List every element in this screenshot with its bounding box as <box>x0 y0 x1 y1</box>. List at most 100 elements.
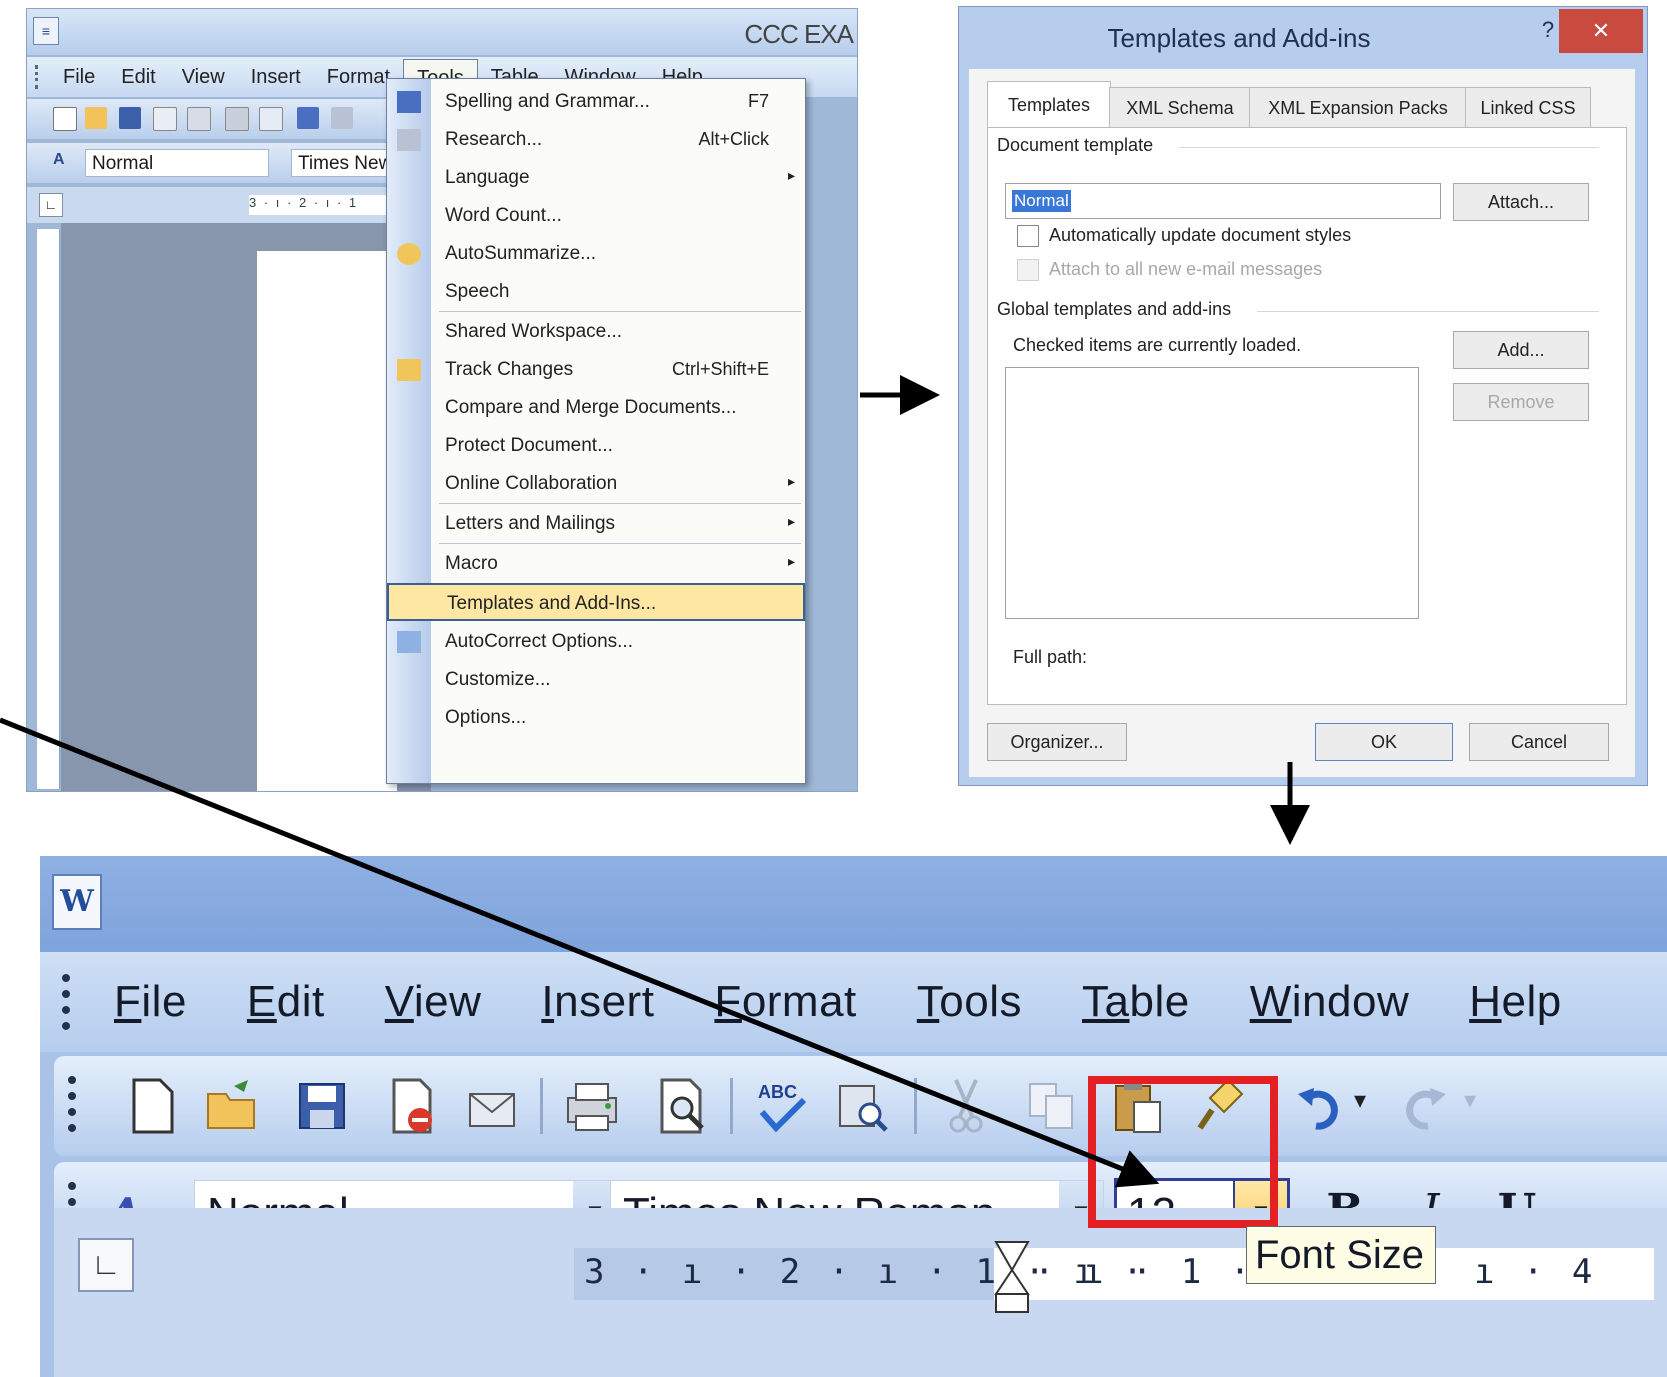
menu-edit[interactable]: Edit <box>217 977 355 1027</box>
menu-item-autosummarize[interactable]: AutoSummarize... <box>387 235 805 273</box>
menu-edit[interactable]: Edit <box>108 59 168 95</box>
menu-bar: File Edit View Insert Format Tools Table… <box>40 952 1667 1052</box>
close-icon[interactable]: ✕ <box>1559 9 1643 53</box>
autocorrect-icon <box>397 631 421 653</box>
document-template-label: Document template <box>997 135 1154 155</box>
menu-item-customize[interactable]: Customize... <box>387 661 805 699</box>
style-dropdown[interactable]: Normal <box>85 149 269 177</box>
tab-selector[interactable]: ∟ <box>78 1238 134 1292</box>
menu-item-label: Options... <box>445 707 527 728</box>
copy-icon <box>1029 1083 1073 1129</box>
email-icon[interactable] <box>464 1076 520 1136</box>
tab-xml-schema[interactable]: XML Schema <box>1109 87 1251 128</box>
menu-item-spelling-grammar[interactable]: Spelling and Grammar... F7 <box>387 83 805 121</box>
menu-item-label: AutoCorrect Options... <box>445 631 633 652</box>
redo-icon <box>1406 1088 1446 1130</box>
menu-item-templates-addins[interactable]: Templates and Add-Ins... <box>387 583 805 621</box>
menu-insert[interactable]: Insert <box>511 977 684 1027</box>
menu-item-label: Track Changes <box>445 359 574 380</box>
toolbar-grip-handle[interactable] <box>68 1076 84 1132</box>
print-preview-icon[interactable] <box>259 107 283 131</box>
menu-accelerator: I <box>541 977 555 1026</box>
menu-item-word-count[interactable]: Word Count... <box>387 197 805 235</box>
spelling-grammar-icon[interactable]: ABC <box>754 1076 810 1136</box>
print-icon[interactable] <box>225 107 249 131</box>
indent-marker-icon[interactable] <box>992 1240 1032 1316</box>
research-icon[interactable] <box>834 1076 890 1136</box>
menu-grip-handle[interactable] <box>62 974 78 1030</box>
menu-item-label: AutoSummarize... <box>445 243 596 264</box>
menu-view[interactable]: View <box>355 977 512 1027</box>
organizer-button[interactable]: Organizer... <box>987 723 1127 761</box>
menu-item-label: Templates and Add-Ins... <box>447 593 657 614</box>
menu-file[interactable]: File <box>50 59 108 95</box>
menu-item-options[interactable]: Options... <box>387 699 805 737</box>
print-preview-icon[interactable] <box>654 1076 710 1136</box>
tab-selector[interactable]: ∟ <box>39 193 63 217</box>
undo-icon[interactable] <box>1294 1076 1350 1136</box>
menu-window[interactable]: Window <box>1220 977 1440 1027</box>
vertical-ruler[interactable] <box>37 229 60 789</box>
menu-item-macro[interactable]: Macro ▸ <box>387 545 805 583</box>
auto-update-checkbox[interactable] <box>1017 225 1039 247</box>
menu-item-label: Language <box>445 167 530 188</box>
tools-menu-dropdown: Spelling and Grammar... F7 Research... A… <box>386 78 806 784</box>
menu-item-compare-merge[interactable]: Compare and Merge Documents... <box>387 389 805 427</box>
undo-dropdown-icon[interactable]: ▾ <box>1354 1086 1366 1115</box>
tab-linked-css[interactable]: Linked CSS <box>1465 87 1591 128</box>
open-folder-icon[interactable] <box>85 107 107 129</box>
menu-item-track-changes[interactable]: Track Changes Ctrl+Shift+E <box>387 351 805 389</box>
zoomed-word-toolbar: W File Edit View Insert Format Tools Tab… <box>40 856 1667 1377</box>
menu-item-shortcut: F7 <box>747 91 769 111</box>
spelling-icon[interactable] <box>297 107 319 129</box>
attach-button[interactable]: Attach... <box>1453 183 1589 221</box>
menu-tools[interactable]: Tools <box>887 977 1052 1027</box>
cancel-button[interactable]: Cancel <box>1469 723 1609 761</box>
addins-list[interactable] <box>1005 367 1419 619</box>
menu-item-autocorrect[interactable]: AutoCorrect Options... <box>387 623 805 661</box>
menu-item-label: Protect Document... <box>445 435 613 456</box>
research-icon[interactable] <box>331 107 353 129</box>
tab-xml-expansion-packs[interactable]: XML Expansion Packs <box>1249 87 1467 128</box>
add-button[interactable]: Add... <box>1453 331 1589 369</box>
ok-button[interactable]: OK <box>1315 723 1453 761</box>
menu-file[interactable]: File <box>84 977 217 1027</box>
horizontal-ruler[interactable]: 3 · ı · 2 · ı · 1 · ı · · ı · 1 · ı · ı … <box>574 1241 1654 1313</box>
menu-format[interactable]: Format <box>684 977 886 1027</box>
document-template-input[interactable]: Normal <box>1005 183 1441 219</box>
menu-item-shared-workspace[interactable]: Shared Workspace... <box>387 313 805 351</box>
document-page[interactable] <box>257 251 397 791</box>
menu-item-shortcut: Ctrl+Shift+E <box>671 359 769 379</box>
menu-item-speech[interactable]: Speech <box>387 273 805 311</box>
word-app-icon[interactable]: ≡ <box>33 17 59 45</box>
menu-item-label: Spelling and Grammar... <box>445 91 650 112</box>
menu-item-online-collaboration[interactable]: Online Collaboration ▸ <box>387 465 805 503</box>
menu-label: dit <box>276 977 325 1026</box>
research-icon <box>397 129 421 151</box>
submenu-arrow-icon: ▸ <box>787 167 795 183</box>
save-icon[interactable] <box>119 107 141 129</box>
new-document-icon[interactable] <box>124 1076 180 1136</box>
menu-item-language[interactable]: Language ▸ <box>387 159 805 197</box>
open-folder-icon[interactable] <box>204 1076 260 1136</box>
styles-icon[interactable]: A <box>53 151 75 173</box>
word-app-icon[interactable]: W <box>52 874 102 930</box>
print-icon[interactable] <box>564 1076 620 1136</box>
new-document-icon[interactable] <box>53 107 77 131</box>
permission-icon[interactable] <box>153 107 177 131</box>
save-icon[interactable] <box>294 1076 350 1136</box>
menu-separator <box>439 543 801 544</box>
menu-insert[interactable]: Insert <box>238 59 314 95</box>
email-icon[interactable] <box>187 107 211 131</box>
menu-item-letters-mailings[interactable]: Letters and Mailings ▸ <box>387 505 805 543</box>
menu-item-protect-document[interactable]: Protect Document... <box>387 427 805 465</box>
menu-view[interactable]: View <box>169 59 238 95</box>
toolbar-separator <box>730 1078 733 1134</box>
menu-help[interactable]: Help <box>1439 977 1592 1027</box>
menu-item-research[interactable]: Research... Alt+Click <box>387 121 805 159</box>
menu-table[interactable]: Table <box>1052 977 1220 1027</box>
menu-item-label: Macro <box>445 553 498 574</box>
tab-templates[interactable]: Templates <box>987 81 1111 128</box>
menu-grip-handle[interactable] <box>35 65 42 89</box>
permission-icon[interactable] <box>384 1076 440 1136</box>
